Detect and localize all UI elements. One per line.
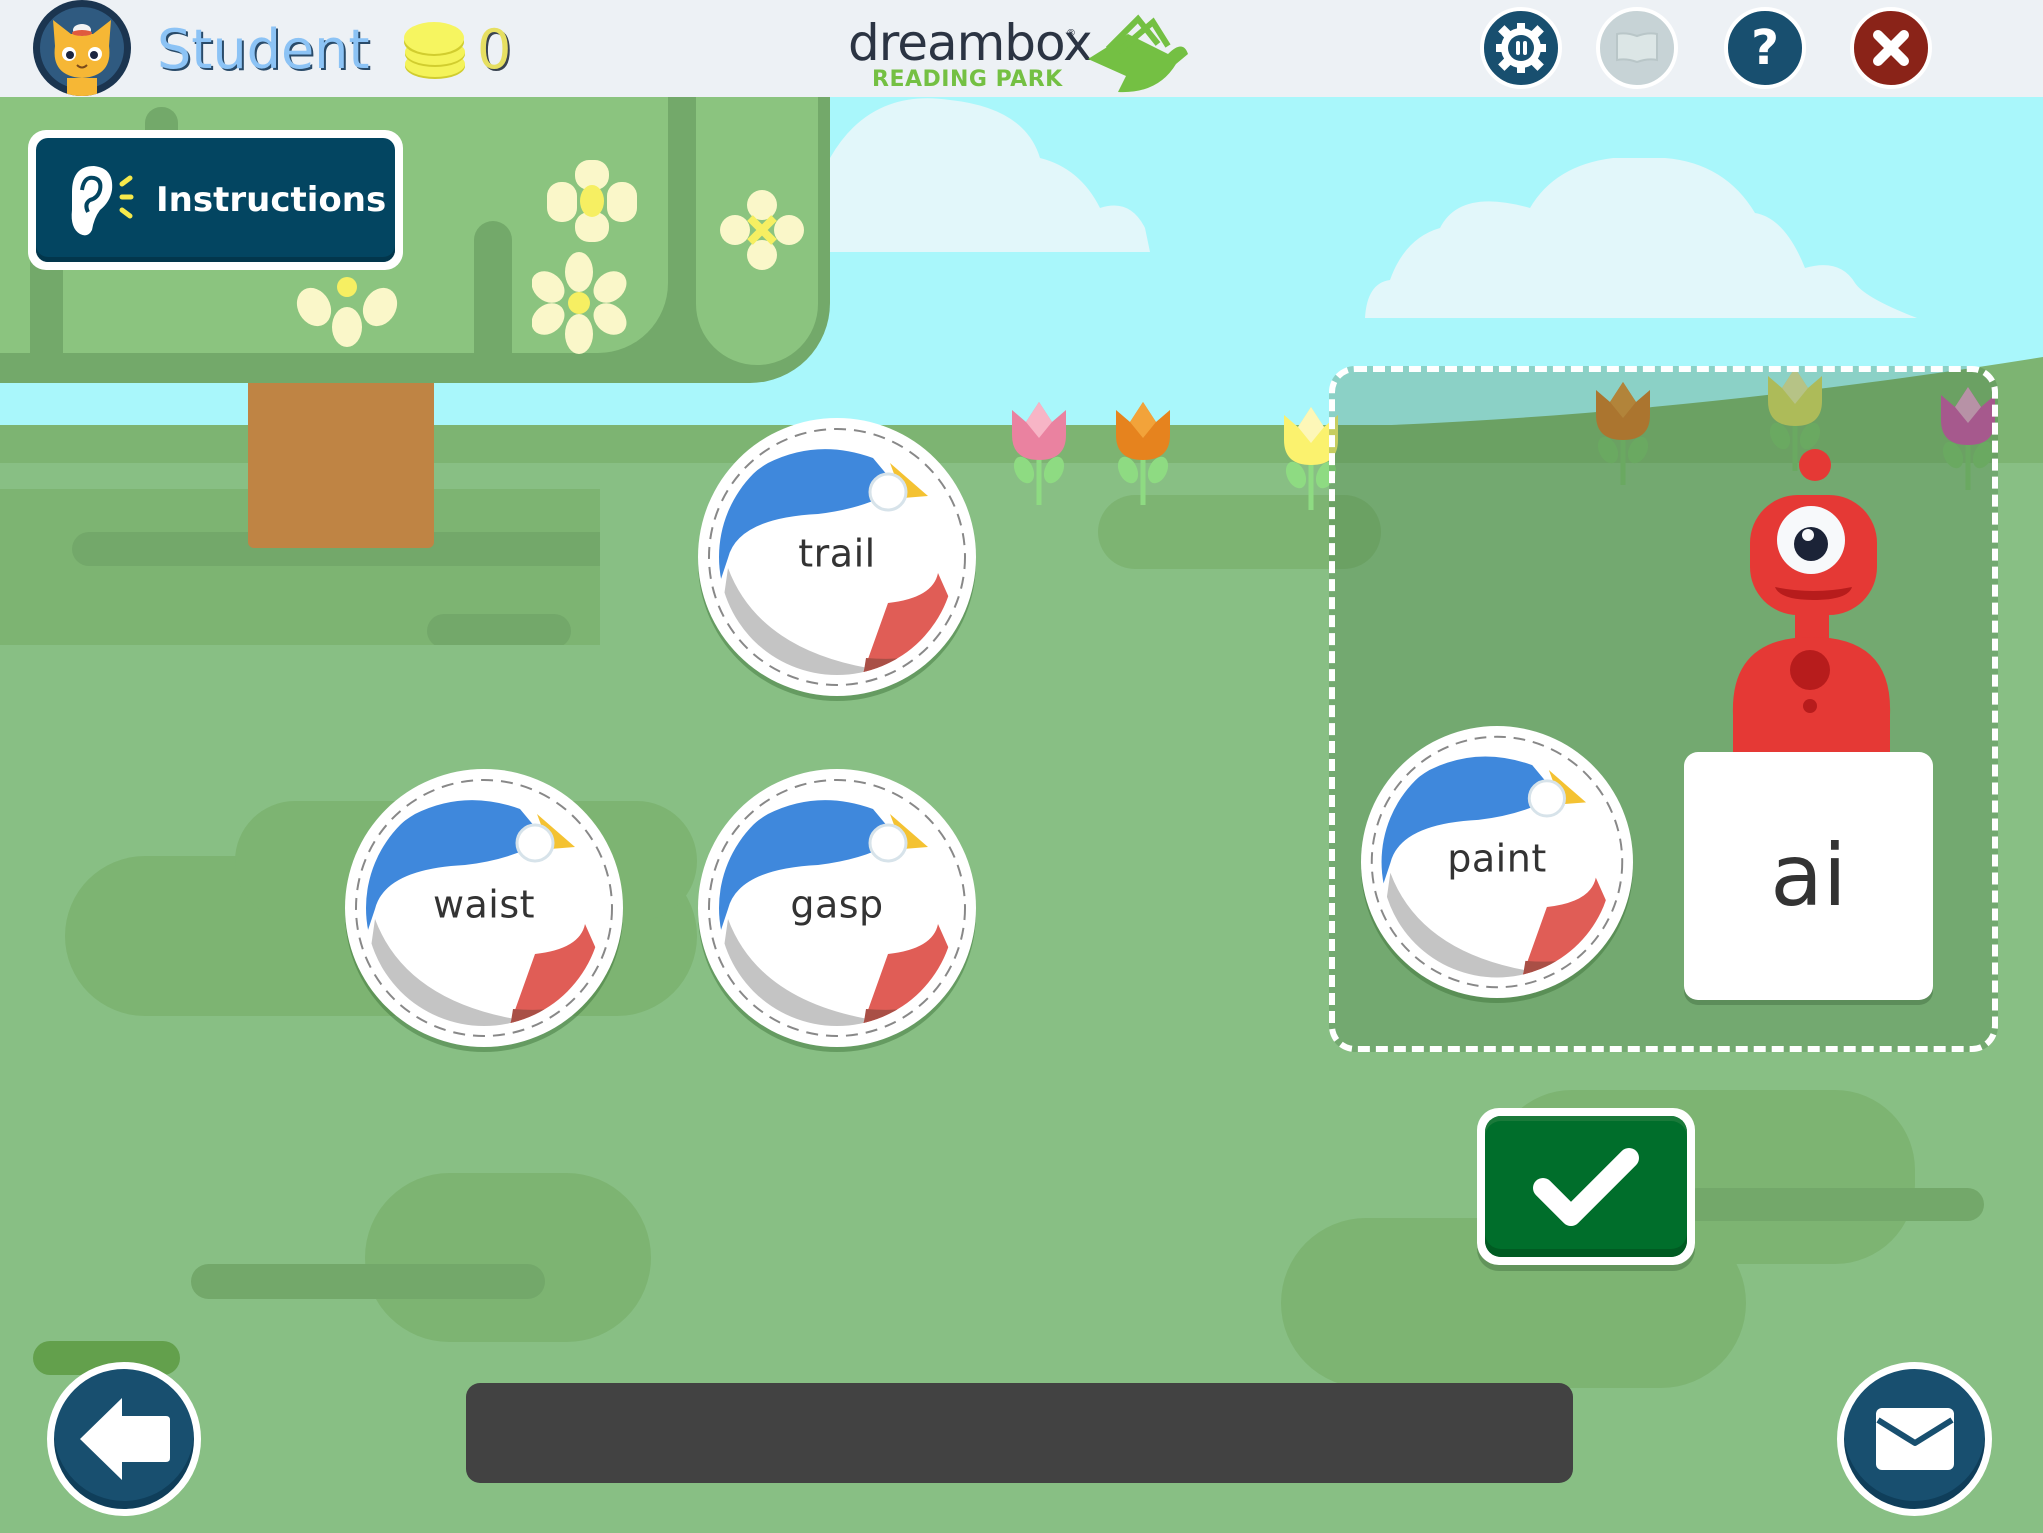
tulip-icon [1116,402,1170,505]
envelope-icon [1875,1408,1954,1470]
cat-avatar-icon [53,20,111,96]
ground-blob [365,1173,651,1342]
ground-band [1681,1188,1984,1221]
cloud [830,98,1150,252]
arrow-left-icon [80,1398,170,1480]
word-ball-waist[interactable]: waist [345,769,623,1047]
word-label: waist [432,882,536,927]
close-button[interactable] [1850,7,1932,89]
checkmark-icon [1533,1147,1639,1226]
close-icon [1873,30,1909,66]
cloud [1365,158,1917,318]
tulip-icon [1012,402,1066,505]
flower-icon [296,277,398,347]
coin-count: 0 [477,18,512,81]
dreambox-logo: dreambox ® READING PARK [848,14,1193,94]
logo-product: READING PARK [872,67,1063,92]
coins-icon [404,22,465,79]
target-letters-card: ai [1684,752,1933,1000]
word-ball-paint[interactable]: paint [1361,726,1633,998]
ground-band [427,614,571,648]
back-button[interactable] [47,1362,201,1516]
message-button[interactable] [1837,1362,1992,1516]
instructions-label: Instructions [156,180,387,220]
ear-icon [71,166,134,236]
avatar[interactable] [33,0,131,96]
instructions-button[interactable]: Instructions [28,130,403,270]
pause-settings-button[interactable] [1480,7,1562,89]
tree-branch [474,221,512,353]
check-answer-button[interactable] [1477,1108,1695,1265]
question-icon: ? [1751,20,1779,76]
book-icon [1616,32,1658,64]
word-ball-gasp[interactable]: gasp [698,769,976,1047]
flower-icon [532,252,627,354]
flower-icon [720,190,804,270]
instructions-button-body: Instructions [36,138,395,262]
tree-branch [668,97,696,353]
red-monster-icon [1732,449,1891,755]
book-bird-logo-icon [1088,14,1188,93]
word-label: gasp [790,882,884,927]
flower-icon [547,160,637,242]
audio-progress-bar [466,1383,1573,1483]
word-label: trail [798,531,876,576]
top-bar: Student 0 dreambox ® READING PARK ? [0,0,2043,97]
check-button-body [1485,1116,1687,1257]
book-button[interactable] [1596,7,1678,89]
word-label: paint [1447,836,1547,881]
ground-band [191,1264,545,1299]
logo-brand: dreambox [848,14,1093,72]
logo-registered: ® [1066,28,1076,39]
help-button[interactable]: ? [1724,7,1806,89]
username: Student [157,18,370,81]
gear-pause-icon [1496,23,1546,73]
word-ball-trail[interactable]: trail [698,418,976,696]
target-letters: ai [1770,826,1847,926]
